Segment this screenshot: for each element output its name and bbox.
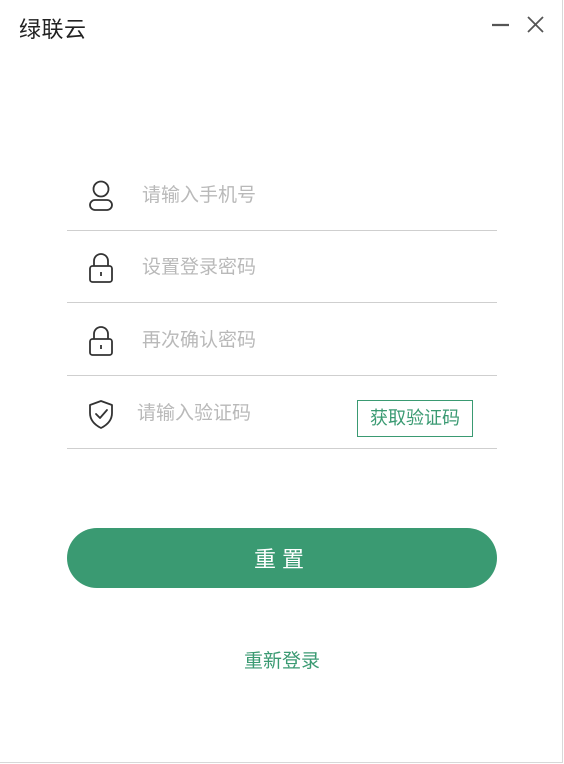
close-icon	[527, 16, 544, 33]
get-code-button[interactable]: 获取验证码	[357, 400, 473, 437]
phone-field	[67, 159, 497, 231]
user-icon	[89, 180, 113, 211]
lock-icon	[89, 253, 113, 283]
reset-password-window: 绿联云 请输入手机号 请输入验证码 获取验证码 重置 重新登录	[0, 0, 563, 763]
password-field	[67, 231, 497, 303]
minimize-icon	[492, 23, 509, 27]
phone-input[interactable]	[142, 175, 482, 215]
reset-button[interactable]: 重置	[67, 528, 497, 588]
minimize-button[interactable]	[488, 12, 514, 38]
lock-icon	[89, 326, 113, 356]
shield-check-icon	[89, 400, 113, 429]
confirm-password-input[interactable]	[142, 320, 482, 360]
relogin-link[interactable]: 重新登录	[0, 646, 564, 673]
password-input[interactable]	[142, 247, 482, 287]
confirm-password-field	[67, 304, 497, 376]
window-title: 绿联云	[19, 18, 87, 43]
verification-code-input[interactable]	[137, 393, 347, 433]
close-button[interactable]	[523, 12, 549, 38]
verification-code-field: 获取验证码	[67, 377, 497, 449]
